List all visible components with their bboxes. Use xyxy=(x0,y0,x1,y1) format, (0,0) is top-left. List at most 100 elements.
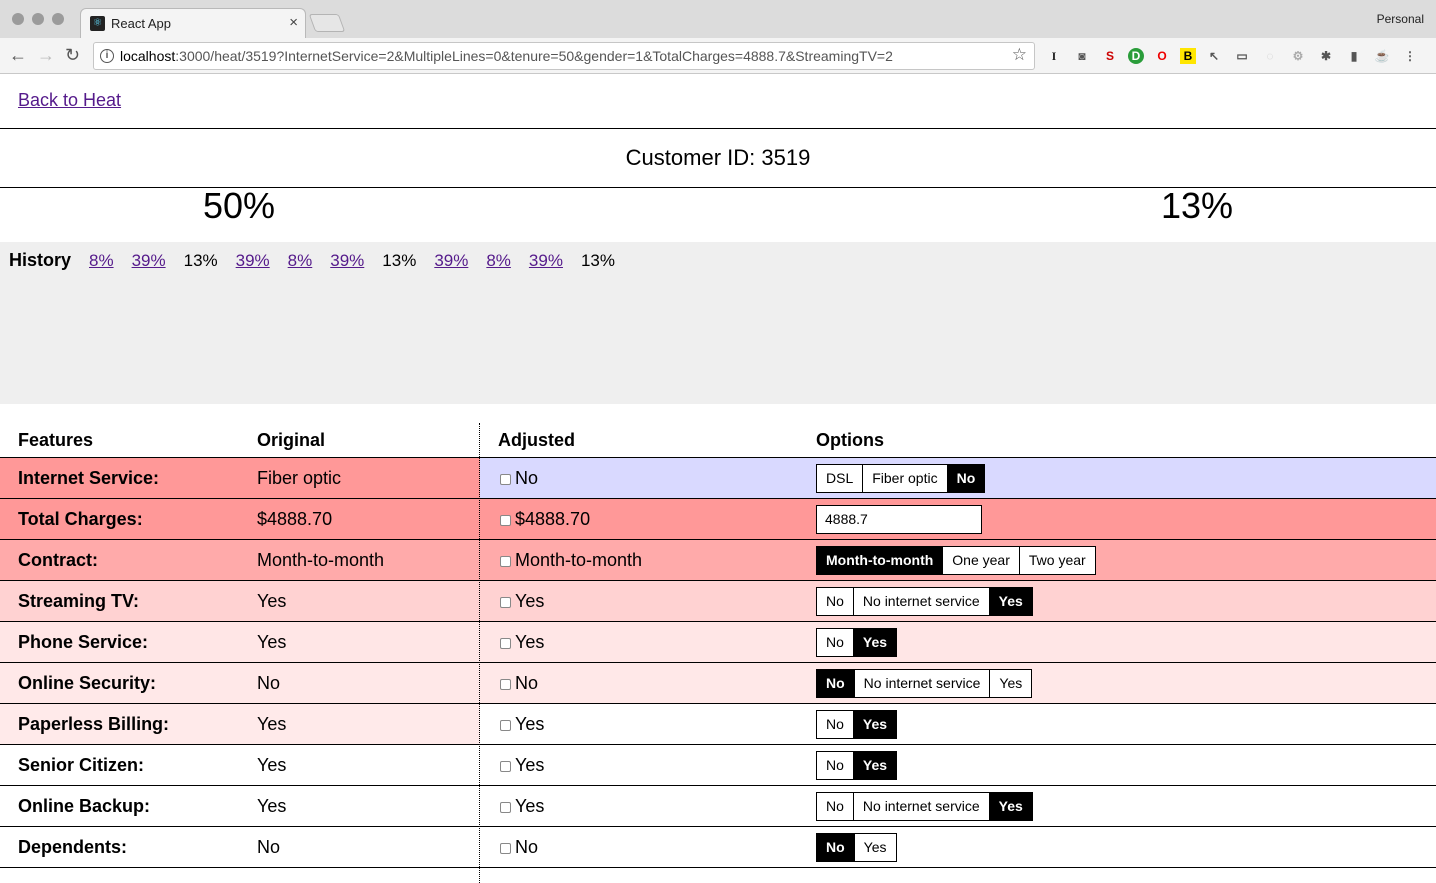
green-extension-icon[interactable]: D xyxy=(1128,48,1144,64)
table-row: Dependents: No No No Yes xyxy=(0,827,1436,868)
header-options: Options xyxy=(816,430,884,450)
option-button[interactable]: One year xyxy=(943,547,1020,574)
lock-checkbox[interactable] xyxy=(500,597,511,608)
original-value: No xyxy=(257,837,281,857)
feature-label: Paperless Billing: xyxy=(18,714,170,734)
option-button[interactable]: No internet service xyxy=(853,588,990,615)
history-item[interactable]: 8% xyxy=(288,251,313,271)
feature-label: Online Backup: xyxy=(18,796,151,816)
bookmark-star-icon[interactable]: ☆ xyxy=(1012,45,1027,65)
history-item[interactable]: 8% xyxy=(89,251,114,271)
table-row: Internet Service: Fiber optic No DSL Fiber o… xyxy=(0,458,1436,499)
option-button[interactable]: No xyxy=(817,588,854,615)
info-icon[interactable]: i xyxy=(100,49,114,63)
option-button[interactable]: Yes xyxy=(853,629,897,656)
lock-checkbox[interactable] xyxy=(500,802,511,813)
extension-i-icon[interactable]: I xyxy=(1044,46,1064,66)
option-button[interactable]: No xyxy=(817,834,855,861)
reload-icon[interactable]: ↻ xyxy=(65,45,80,66)
browser-toolbar: ← → ↻ i localhost:3000/heat/3519?Interne… xyxy=(0,38,1436,74)
history-item[interactable]: 39% xyxy=(529,251,563,271)
history-item: 13% xyxy=(580,251,615,270)
lock-checkbox[interactable] xyxy=(500,556,511,567)
grey-circle-extension-icon[interactable]: ◌ xyxy=(1260,46,1280,66)
adjusted-value: Month-to-month xyxy=(515,550,643,570)
feature-label: Phone Service: xyxy=(18,632,149,652)
adjusted-cell: Month-to-month xyxy=(500,550,642,571)
minimize-window-icon[interactable] xyxy=(32,13,44,25)
pin-extension-icon[interactable]: ↖ xyxy=(1204,46,1224,66)
original-value: Yes xyxy=(257,632,287,652)
s-extension-icon[interactable]: S xyxy=(1100,46,1120,66)
option-button[interactable]: No xyxy=(817,711,854,738)
tab-title: React App xyxy=(111,16,171,31)
option-button[interactable]: DSL xyxy=(817,465,864,492)
tab-close-icon[interactable]: × xyxy=(289,14,298,31)
cup-extension-icon[interactable]: ☕ xyxy=(1372,46,1392,66)
option-group: No Yes xyxy=(816,628,898,657)
app-page: Back to Heat Customer ID: 3519 50% 13% H… xyxy=(0,75,1436,883)
option-button[interactable]: No internet service xyxy=(854,670,991,697)
adjusted-cell: Yes xyxy=(500,755,544,776)
option-button[interactable]: Yes xyxy=(854,834,896,861)
new-tab-button[interactable] xyxy=(308,14,346,32)
lock-checkbox[interactable] xyxy=(500,720,511,731)
maximize-window-icon[interactable] xyxy=(52,13,64,25)
panel-extension-icon[interactable]: ▮ xyxy=(1344,46,1364,66)
history-list: 8% 39% 13% 39% 8% 39% 13% 39% 8% 39% 13% xyxy=(89,251,633,271)
original-value: No xyxy=(257,673,281,693)
option-group: DSL Fiber optic No xyxy=(816,464,986,493)
option-button[interactable]: No xyxy=(817,629,854,656)
menu-dots-icon[interactable]: ⋮ xyxy=(1400,46,1420,66)
table-row: Online Security: No No No No internet servic… xyxy=(0,663,1436,704)
option-button[interactable]: No xyxy=(947,465,985,492)
camera-extension-icon[interactable]: ◙ xyxy=(1072,46,1092,66)
option-button[interactable]: No internet service xyxy=(853,793,990,820)
history-item[interactable]: 39% xyxy=(132,251,166,271)
lock-checkbox[interactable] xyxy=(500,761,511,772)
bug-extension-icon[interactable]: ✱ xyxy=(1316,46,1336,66)
forward-arrow-icon[interactable]: → xyxy=(37,45,55,66)
lock-checkbox[interactable] xyxy=(500,638,511,649)
option-button[interactable]: Yes xyxy=(990,670,1032,697)
history-item[interactable]: 39% xyxy=(236,251,270,271)
history-item[interactable]: 8% xyxy=(486,251,511,271)
close-window-icon[interactable] xyxy=(12,13,24,25)
back-to-heat-link[interactable]: Back to Heat xyxy=(18,90,121,111)
profile-name[interactable]: Personal xyxy=(1377,12,1424,26)
option-button[interactable]: Fiber optic xyxy=(863,465,948,492)
option-button[interactable]: Yes xyxy=(853,711,897,738)
adjusted-value: No xyxy=(515,673,539,693)
lock-checkbox[interactable] xyxy=(500,843,511,854)
feature-label: Online Security: xyxy=(18,673,157,693)
address-bar[interactable]: i localhost:3000/heat/3519?InternetServi… xyxy=(93,42,1035,70)
lock-checkbox[interactable] xyxy=(500,679,511,690)
option-button[interactable]: Month-to-month xyxy=(817,547,944,574)
url-text[interactable]: localhost:3000/heat/3519?InternetService… xyxy=(120,48,893,64)
browser-tab[interactable]: ⚛ React App × xyxy=(80,8,306,39)
gear-extension-icon[interactable]: ⚙ xyxy=(1288,46,1308,66)
original-value: Month-to-month xyxy=(257,550,385,570)
b-extension-icon[interactable]: B xyxy=(1180,48,1196,64)
table-row: Senior Citizen: Yes Yes No Yes xyxy=(0,745,1436,786)
adjusted-value: Yes xyxy=(515,755,545,775)
option-group: No No internet service Yes xyxy=(816,587,1033,616)
feature-label: Total Charges: xyxy=(18,509,143,529)
option-button[interactable]: No xyxy=(817,752,854,779)
history-item[interactable]: 39% xyxy=(434,251,468,271)
option-group: No Yes xyxy=(816,710,898,739)
lock-checkbox[interactable] xyxy=(500,474,511,485)
option-button[interactable]: Yes xyxy=(989,793,1032,820)
lock-checkbox[interactable] xyxy=(500,515,511,526)
opera-extension-icon[interactable]: O xyxy=(1152,46,1172,66)
option-button[interactable]: No xyxy=(817,793,854,820)
history-item[interactable]: 39% xyxy=(330,251,364,271)
option-button[interactable]: Yes xyxy=(853,752,897,779)
back-arrow-icon[interactable]: ← xyxy=(9,45,27,66)
option-button[interactable]: No xyxy=(817,670,855,697)
table-header: Features Original Adjusted Options xyxy=(0,423,1436,458)
total-charges-input[interactable]: 4888.7 xyxy=(816,505,982,534)
option-button[interactable]: Two year xyxy=(1019,547,1095,574)
option-button[interactable]: Yes xyxy=(989,588,1032,615)
cast-icon[interactable]: ▭ xyxy=(1232,46,1252,66)
